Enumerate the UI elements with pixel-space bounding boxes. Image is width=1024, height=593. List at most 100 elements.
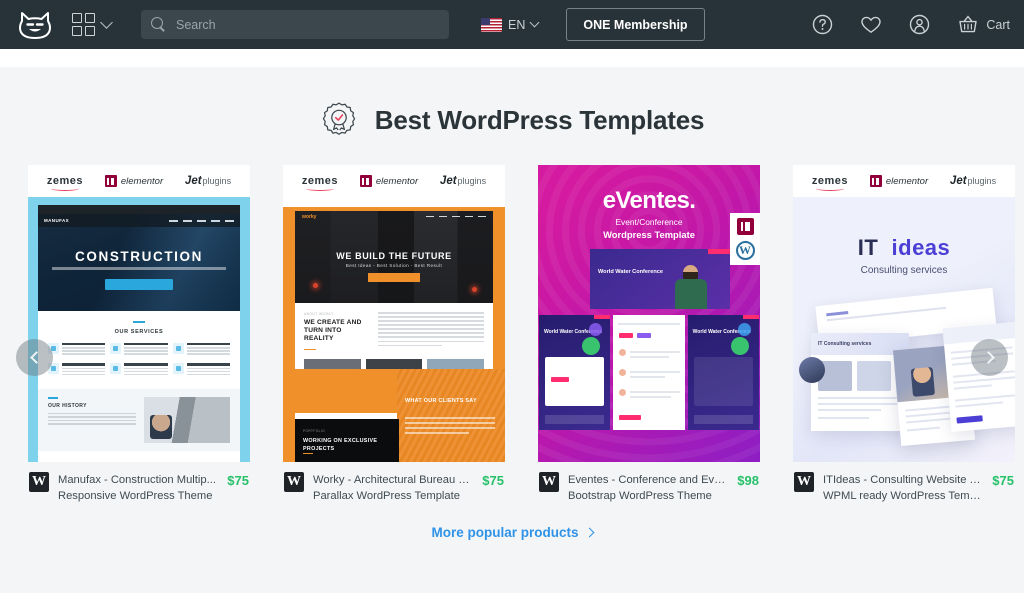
chevron-down-icon <box>100 16 113 29</box>
elementor-logo-icon: elementor <box>360 175 418 187</box>
product-title-line1[interactable]: Worky - Architectural Bureau M... <box>313 472 473 488</box>
preview-subheadline: Best Ideas - Best Solution - Best Result <box>295 263 493 268</box>
product-card: zemes elementor Jetplugins worky W <box>283 165 505 504</box>
search-box[interactable] <box>141 10 449 39</box>
section-header: Best WordPress Templates <box>0 67 1024 139</box>
jetplugins-logo-icon: Jetplugins <box>440 175 486 187</box>
preview-section-heading: OUR SERVICES <box>48 329 230 335</box>
header-icon-group: Cart <box>812 14 1010 35</box>
product-thumbnail[interactable]: zemes elementor Jetplugins IT ideas Cons… <box>793 165 1015 462</box>
language-label: EN <box>508 18 525 32</box>
basket-icon <box>957 14 979 35</box>
vendor-logo-bar: zemes elementor Jetplugins <box>793 165 1015 197</box>
preview-nav-brand: MANUFAX <box>44 218 69 223</box>
preview-subtitle: Consulting services <box>793 265 1015 276</box>
preview-history-heading: OUR HISTORY <box>48 403 136 409</box>
wordpress-badge-icon[interactable]: W <box>29 472 49 492</box>
wordpress-badge-icon: W <box>736 241 755 260</box>
product-carousel: zemes elementor Jetplugins MANUFAX <box>0 165 1024 504</box>
vendor-logo-bar: zemes elementor Jetplugins <box>283 165 505 197</box>
product-title-line2[interactable]: Bootstrap WordPress Theme <box>568 488 728 504</box>
help-button[interactable] <box>812 14 833 35</box>
carousel-prev-button[interactable] <box>16 339 53 376</box>
chevron-right-icon <box>584 528 594 538</box>
account-button[interactable] <box>909 14 930 35</box>
product-card-list: zemes elementor Jetplugins MANUFAX <box>28 165 996 504</box>
preview-headline: WE BUILD THE FUTURE <box>295 251 493 261</box>
product-title: Worky - Architectural Bureau M... Parall… <box>313 472 473 504</box>
more-popular-products-label: More popular products <box>431 525 578 540</box>
product-meta: W Worky - Architectural Bureau M... Para… <box>283 462 505 504</box>
product-title-line2[interactable]: WPML ready WordPress Templ... <box>823 488 983 504</box>
preview-panel-heading: World Water Conference <box>598 269 663 277</box>
jetplugins-logo-icon: Jetplugins <box>185 175 231 187</box>
product-meta: W Manufax - Construction Multip... Respo… <box>28 462 250 504</box>
preview-headline: CONSTRUCTION <box>38 249 240 264</box>
product-price: $98 <box>737 472 759 488</box>
product-title: ITIdeas - Consulting Website T... WPML r… <box>823 472 983 504</box>
header-separator <box>0 49 1024 67</box>
preview-logo: eVentes. <box>538 187 760 215</box>
product-price: $75 <box>227 472 249 488</box>
language-selector[interactable]: EN <box>481 18 538 32</box>
search-icon <box>151 17 166 32</box>
product-title: Manufax - Construction Multip... Respons… <box>58 472 218 504</box>
cart-button[interactable]: Cart <box>957 14 1010 35</box>
preview-quote-heading: WHAT OUR CLIENTS SAY <box>405 397 477 405</box>
one-membership-button[interactable]: ONE Membership <box>566 8 704 41</box>
preview-subtitle-2: Wordpress Template <box>538 229 760 240</box>
chevron-right-icon <box>982 351 995 364</box>
product-meta: W Eventes - Conference and Event Bootstr… <box>538 462 760 504</box>
zemes-logo-icon: zemes <box>812 175 848 187</box>
wishlist-button[interactable] <box>860 15 882 35</box>
elementor-logo-icon: elementor <box>105 175 163 187</box>
product-title-line2[interactable]: Parallax WordPress Template <box>313 488 473 504</box>
site-logo[interactable] <box>12 5 58 45</box>
more-popular-products-link[interactable]: More popular products <box>431 525 592 540</box>
wordpress-badge-icon[interactable]: W <box>794 472 814 492</box>
product-thumbnail[interactable]: zemes elementor Jetplugins worky W <box>283 165 505 462</box>
zemes-logo-icon: zemes <box>302 175 338 187</box>
template-preview-image: eVentes. Event/Conference Wordpress Temp… <box>538 165 760 462</box>
monster-cat-logo-icon <box>18 10 52 39</box>
product-title-line1[interactable]: Manufax - Construction Multip... <box>58 472 218 488</box>
heart-icon <box>860 15 882 35</box>
product-thumbnail[interactable]: zemes elementor Jetplugins MANUFAX <box>28 165 250 462</box>
wordpress-badge-icon[interactable]: W <box>284 472 304 492</box>
preview-about-heading: WE CREATE AND TURN INTO REALITY <box>304 319 370 344</box>
user-circle-icon <box>909 14 930 35</box>
preview-inner-heading: IT Consulting services <box>818 341 871 347</box>
question-circle-icon <box>812 14 833 35</box>
product-card: zemes elementor Jetplugins IT ideas Cons… <box>793 165 1015 504</box>
chevron-left-icon <box>30 351 43 364</box>
product-title-line1[interactable]: Eventes - Conference and Event <box>568 472 728 488</box>
us-flag-icon <box>481 18 502 32</box>
site-header: EN ONE Membership <box>0 0 1024 49</box>
product-title-line1[interactable]: ITIdeas - Consulting Website T... <box>823 472 983 488</box>
carousel-next-button[interactable] <box>971 339 1008 376</box>
grid-squares-icon <box>72 13 95 36</box>
preview-headline-2: ideas <box>892 235 951 260</box>
product-card: eVentes. Event/Conference Wordpress Temp… <box>538 165 760 504</box>
template-preview-image: MANUFAX CONSTRUCTION OUR SERVICES <box>28 197 250 462</box>
cart-label: Cart <box>986 18 1010 32</box>
zemes-logo-icon: zemes <box>47 175 83 187</box>
preview-eyebrow: PORTFOLIO <box>303 429 325 433</box>
elementor-badge-icon <box>737 218 754 235</box>
template-preview-image: IT ideas Consulting services IT Consulti… <box>793 197 1015 462</box>
vendor-logo-bar: zemes elementor Jetplugins <box>28 165 250 197</box>
categories-menu-button[interactable] <box>72 13 111 36</box>
product-thumbnail[interactable]: eVentes. Event/Conference Wordpress Temp… <box>538 165 760 462</box>
wordpress-badge-icon[interactable]: W <box>539 472 559 492</box>
product-title-line2[interactable]: Responsive WordPress Theme <box>58 488 218 504</box>
search-input[interactable] <box>176 18 439 32</box>
preview-nav-brand: worky <box>302 214 316 220</box>
main-content: Best WordPress Templates zemes elementor… <box>0 67 1024 593</box>
award-rosette-icon <box>320 101 358 139</box>
jetplugins-logo-icon: Jetplugins <box>950 175 996 187</box>
preview-eyebrow: ABOUT WORKY <box>304 312 370 316</box>
template-preview-image: worky WE BUILD THE FUTURE Best Ideas - B… <box>283 197 505 462</box>
preview-dark-heading: WORKING ON EXCLUSIVE PROJECTS <box>303 437 399 453</box>
preview-headline-1: IT <box>858 235 879 260</box>
elementor-logo-icon: elementor <box>870 175 928 187</box>
